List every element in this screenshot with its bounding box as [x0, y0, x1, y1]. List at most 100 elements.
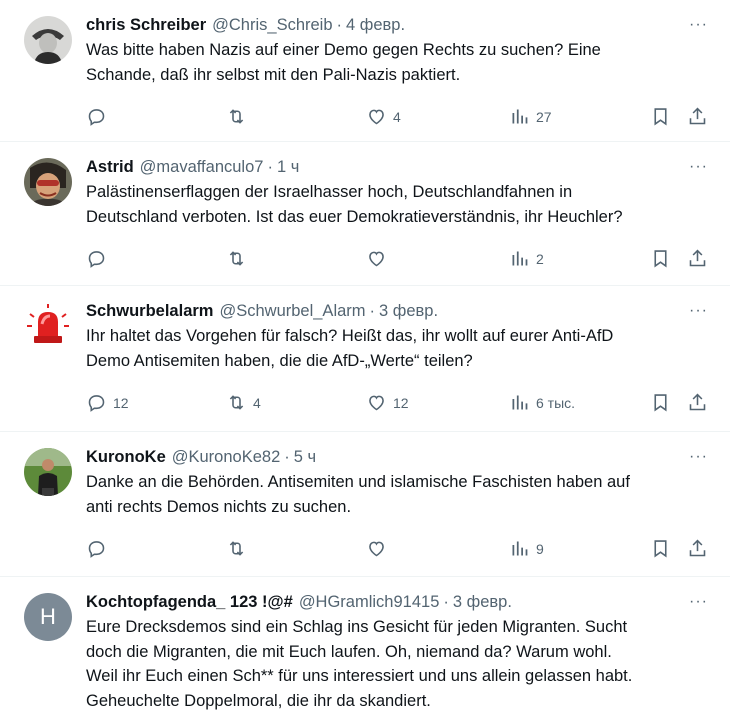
- retweet-button[interactable]: 4: [226, 392, 261, 413]
- separator-dot: ·: [336, 16, 343, 34]
- reply-icon: [88, 109, 105, 126]
- tweet[interactable]: chris Schreiber @Chris_Schreib · 4 февр.…: [0, 0, 730, 142]
- share-button[interactable]: [687, 106, 708, 127]
- separator-dot: ·: [284, 448, 290, 466]
- avatar[interactable]: [24, 448, 72, 496]
- views-button[interactable]: 6 тыс.: [509, 392, 575, 413]
- like-icon: [369, 395, 384, 411]
- tweet-text: Eure Drecksdemos sind ein Schlag ins Ges…: [86, 615, 714, 713]
- more-icon[interactable]: ···: [689, 449, 708, 465]
- action-bar: 9: [86, 529, 714, 571]
- bookmark-button[interactable]: [650, 248, 671, 269]
- retweet-button[interactable]: [226, 106, 253, 127]
- like-button[interactable]: [366, 538, 393, 559]
- views-button[interactable]: 2: [509, 248, 544, 269]
- action-bar: 12 4 12 6 тыс.: [86, 383, 714, 425]
- tweet[interactable]: Schwurbelalarm @Schwurbel_Alarm · 3 февр…: [0, 286, 730, 432]
- tweet-text-line: Palästinenserflaggen der Israelhasser ho…: [86, 183, 573, 201]
- more-icon[interactable]: ···: [689, 17, 708, 33]
- share-icon: [689, 249, 706, 267]
- views-icon: [512, 251, 528, 266]
- reply-count: 12: [113, 394, 129, 411]
- bookmark-button[interactable]: [650, 106, 671, 127]
- retweet-button[interactable]: [226, 538, 253, 559]
- more-icon[interactable]: ···: [689, 303, 708, 319]
- like-button[interactable]: [366, 248, 393, 269]
- views-icon: [512, 395, 528, 410]
- bookmark-icon: [654, 250, 667, 268]
- more-icon[interactable]: ···: [689, 594, 708, 610]
- author-handle[interactable]: @HGramlich91415: [299, 591, 440, 613]
- avatar[interactable]: H: [24, 593, 72, 641]
- action-bar: 4 27: [86, 97, 714, 139]
- tweet[interactable]: Astrid @mavaffanculo7 · 1 ч ··· Palästin…: [0, 142, 730, 286]
- bookmark-icon: [654, 394, 667, 412]
- views-button[interactable]: 27: [509, 106, 552, 127]
- tweet-header: Kochtopfagenda_ 123 !@# @HGramlich91415 …: [86, 591, 714, 613]
- tweet-text-line: doch die Migranten, die mit Euch laufen.…: [86, 642, 612, 661]
- tweet-text-line: Weil ihr Euch einen Sch** für uns intere…: [86, 667, 633, 685]
- like-icon: [369, 251, 384, 267]
- tweet-text-line: Schande, daß ihr selbst mit den Pali-Naz…: [86, 65, 461, 84]
- share-button[interactable]: [687, 392, 708, 413]
- author-name[interactable]: Schwurbelalarm: [86, 300, 213, 322]
- tweet-text: Palästinenserflaggen der Israelhasser ho…: [86, 180, 714, 229]
- like-count: 4: [393, 108, 401, 125]
- view-count: 2: [536, 250, 544, 267]
- author-handle[interactable]: @Chris_Schreib: [212, 14, 332, 36]
- bookmark-button[interactable]: [650, 392, 671, 413]
- author-name[interactable]: Kochtopfagenda_ 123 !@#: [86, 591, 293, 613]
- view-count: 6 тыс.: [536, 394, 576, 411]
- like-icon: [369, 541, 384, 557]
- views-icon: [512, 541, 528, 556]
- separator-dot: ·: [443, 593, 449, 611]
- author-name[interactable]: chris Schreiber: [86, 14, 206, 36]
- reply-button[interactable]: [86, 538, 113, 559]
- avatar[interactable]: [24, 302, 72, 350]
- tweet-header: Astrid @mavaffanculo7 · 1 ч: [86, 156, 714, 178]
- timestamp[interactable]: 3 февр.: [379, 300, 438, 322]
- reply-button[interactable]: [86, 106, 113, 127]
- reply-icon: [88, 251, 105, 268]
- reply-feed: chris Schreiber @Chris_Schreib · 4 февр.…: [0, 0, 730, 726]
- like-button[interactable]: 12: [366, 392, 409, 413]
- action-bar: 2: [86, 239, 714, 281]
- reply-button[interactable]: [86, 248, 113, 269]
- bookmark-button[interactable]: [650, 538, 671, 559]
- timestamp[interactable]: 3 февр.: [453, 591, 512, 613]
- tweet-text: Danke an die Behörden. Antisemiten und i…: [86, 470, 714, 519]
- tweet-text-line: Demo Antisemiten haben, die die AfD-„Wer…: [86, 351, 473, 370]
- views-button[interactable]: 9: [509, 538, 544, 559]
- avatar[interactable]: [24, 158, 72, 206]
- timestamp[interactable]: 5 ч: [294, 446, 316, 468]
- author-handle[interactable]: @Schwurbel_Alarm: [219, 300, 365, 322]
- like-button[interactable]: 4: [366, 106, 401, 127]
- tweet-text-line: Geheuchelte Doppelmoral, die ihr da skan…: [86, 691, 431, 710]
- avatar[interactable]: [24, 16, 72, 64]
- tweet-text-line: anti rechts Demos nichts zu suchen.: [86, 497, 352, 516]
- author-handle[interactable]: @KuronoKe82: [172, 446, 281, 468]
- retweet-icon: [229, 395, 244, 410]
- author-handle[interactable]: @mavaffanculo7: [140, 156, 264, 178]
- tweet-header: Schwurbelalarm @Schwurbel_Alarm · 3 февр…: [86, 300, 714, 322]
- retweet-button[interactable]: [226, 248, 253, 269]
- more-icon[interactable]: ···: [689, 159, 708, 175]
- tweet[interactable]: KuronoKe @KuronoKe82 · 5 ч ··· Danke an …: [0, 432, 730, 577]
- timestamp[interactable]: 4 февр.: [346, 14, 405, 36]
- avatar-letter: H: [40, 604, 56, 629]
- share-button[interactable]: [687, 248, 708, 269]
- author-name[interactable]: Astrid: [86, 156, 134, 178]
- tweet-text: Was bitte haben Nazis auf einer Demo geg…: [86, 38, 714, 87]
- share-button[interactable]: [687, 538, 708, 559]
- author-name[interactable]: KuronoKe: [86, 446, 166, 468]
- retweet-count: 4: [253, 394, 261, 411]
- timestamp[interactable]: 1 ч: [277, 156, 299, 178]
- like-count: 12: [393, 394, 409, 411]
- tweet-header: KuronoKe @KuronoKe82 · 5 ч: [86, 446, 714, 468]
- tweet-text-line: Deutschland verboten. Ist das euer Demok…: [86, 207, 623, 226]
- tweet[interactable]: H Kochtopfagenda_ 123 !@# @HGramlich9141…: [0, 577, 730, 726]
- reply-button[interactable]: 12: [86, 392, 129, 413]
- bookmark-icon: [654, 540, 667, 558]
- tweet-text: Ihr haltet das Vorgehen für falsch? Heiß…: [86, 324, 714, 373]
- tweet-text-line: Danke an die Behörden. Antisemiten und i…: [86, 473, 630, 491]
